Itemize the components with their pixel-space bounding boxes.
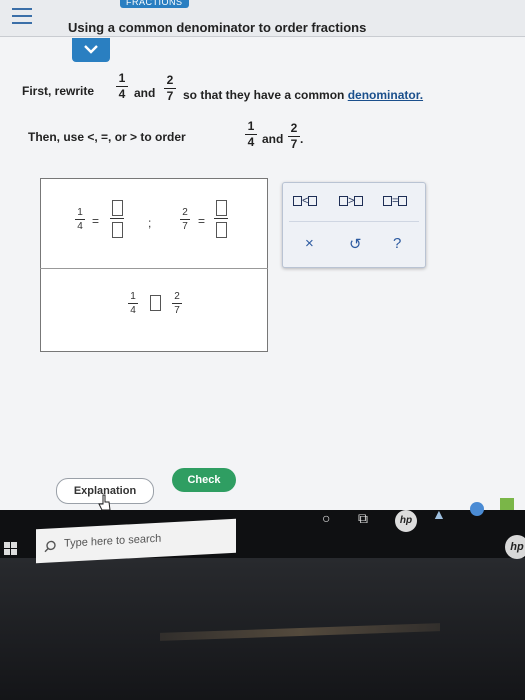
section-tag: FRACTIONS [120, 0, 189, 8]
task-view-icon[interactable]: ⧉ [358, 510, 368, 527]
monitor-bezel [0, 545, 525, 700]
denominator-link[interactable]: denominator. [348, 88, 423, 102]
hp-app-icon[interactable]: hp [395, 510, 417, 532]
question-fraction-b: 27 [164, 74, 176, 103]
cortana-icon[interactable]: ○ [322, 510, 330, 526]
fraction-denominator: 4 [77, 221, 83, 232]
equal-button[interactable]: = [383, 195, 408, 207]
question-fraction-a: 14 [116, 72, 128, 101]
app-tile-icon[interactable] [500, 498, 514, 510]
palette-divider [289, 221, 419, 222]
answer-divider [40, 268, 268, 269]
equals-sign: = [198, 214, 206, 228]
fraction-numerator: 2 [166, 73, 174, 87]
fraction-numerator: 1 [77, 207, 83, 218]
collapse-button[interactable] [72, 38, 110, 62]
answer-area [40, 178, 268, 352]
search-placeholder: Type here to search [64, 532, 162, 550]
fraction-bar [110, 218, 124, 219]
compare-fraction-b: 27 [172, 291, 182, 316]
fraction-numerator: 2 [174, 291, 180, 302]
fraction-numerator: 2 [290, 121, 298, 135]
fraction-bar [214, 218, 228, 219]
question-instruction: Then, use <, =, or > to order [28, 130, 186, 144]
windows-start-icon[interactable] [4, 542, 18, 556]
taskbar-search[interactable]: Type here to search [36, 518, 236, 564]
fraction-denominator: 4 [247, 135, 255, 149]
taskbar: Type here to search ○ ⧉ hp ▲ [0, 498, 525, 564]
fraction-denominator: 4 [118, 87, 126, 101]
fraction-numerator: 2 [182, 207, 188, 218]
chevron-down-icon [84, 45, 98, 54]
question-and-2: and [262, 132, 284, 146]
photos-app-icon[interactable]: ▲ [432, 506, 446, 522]
separator: ; [148, 216, 152, 230]
fraction-numerator: 1 [130, 291, 136, 302]
greater-than-button[interactable]: > [339, 195, 364, 207]
equals-sign: = [92, 214, 100, 228]
compare-fraction-a: 14 [128, 291, 138, 316]
fraction-denominator: 7 [174, 305, 180, 316]
question-and: and [134, 86, 156, 100]
browser-screen: FRACTIONS Using a common denominator to … [0, 0, 525, 525]
symbol-palette: < > = × ↺ ? [282, 182, 426, 268]
numerator-input-b[interactable] [216, 200, 227, 216]
answer-fraction-b: 27 [180, 207, 190, 232]
fraction-denominator: 7 [182, 221, 188, 232]
check-button[interactable]: Check [172, 468, 236, 492]
less-than-button[interactable]: < [293, 195, 318, 207]
hp-logo: hp [505, 535, 525, 559]
question-period: . [300, 132, 304, 146]
fraction-numerator: 1 [118, 71, 126, 85]
question-text-start: First, rewrite [22, 84, 95, 98]
question-common-text: so that they have a common [183, 88, 345, 102]
fraction-denominator: 7 [290, 137, 298, 151]
top-bar: FRACTIONS Using a common denominator to … [0, 0, 525, 37]
undo-icon[interactable]: ↺ [349, 235, 362, 253]
fraction-numerator: 1 [247, 119, 255, 133]
page-title: Using a common denominator to order frac… [68, 20, 367, 35]
fraction-denominator: 4 [130, 305, 136, 316]
comparison-input[interactable] [150, 295, 161, 311]
help-icon[interactable]: ? [393, 235, 401, 252]
answer-fraction-a: 14 [75, 207, 85, 232]
numerator-input-a[interactable] [112, 200, 123, 216]
search-icon [44, 540, 56, 553]
fraction-denominator: 7 [166, 89, 174, 103]
denominator-input-a[interactable] [112, 222, 123, 238]
menu-icon[interactable] [12, 8, 32, 24]
question-fraction-a-2: 14 [245, 120, 257, 149]
question-fraction-b-2: 27 [288, 122, 300, 151]
question-text-end: so that they have a common denominator. [183, 88, 423, 102]
denominator-input-b[interactable] [216, 222, 227, 238]
clear-icon[interactable]: × [305, 235, 314, 252]
browser-app-icon[interactable] [470, 502, 484, 516]
